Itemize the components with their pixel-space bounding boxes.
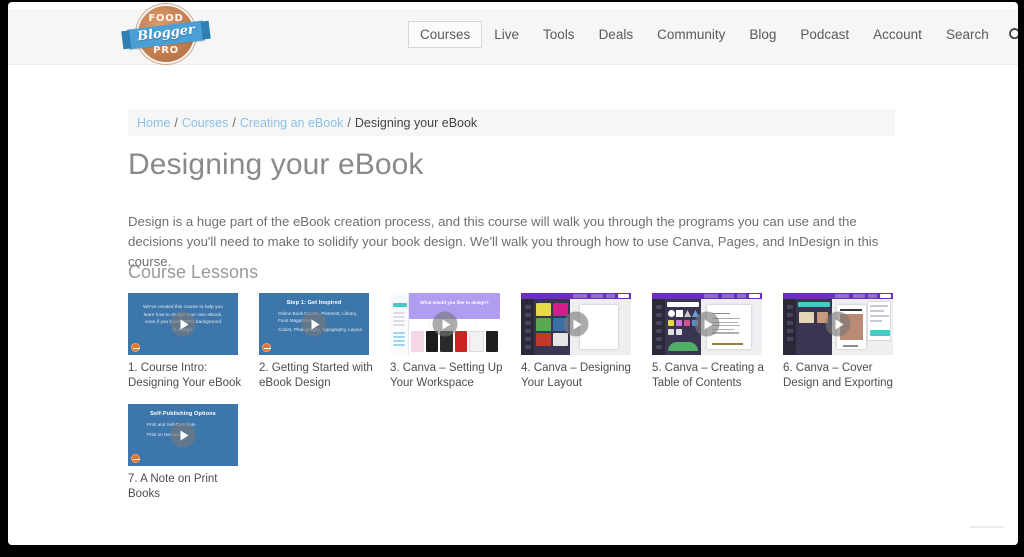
breadcrumb-item-creating-an-ebook[interactable]: Creating an eBook: [240, 116, 344, 130]
nav-item-tools[interactable]: Tools: [531, 21, 587, 48]
lesson-card[interactable]: We've created this course to help you le…: [128, 293, 259, 390]
player-logo-icon: [131, 343, 140, 352]
lesson-card[interactable]: 4. Canva – Designing Your Layout: [521, 293, 652, 390]
play-icon[interactable]: [694, 311, 720, 337]
nav-item-live[interactable]: Live: [482, 21, 531, 48]
breadcrumb-separator: /: [232, 115, 236, 130]
breadcrumb-separator: /: [174, 115, 178, 130]
lesson-thumbnail[interactable]: [652, 293, 762, 355]
lesson-card[interactable]: What would you like to design? 3. Canva …: [390, 293, 521, 390]
nav-item-courses[interactable]: Courses: [408, 21, 483, 48]
screenshot-frame: FOOD Blogger PRO Courses Live Tools Deal…: [0, 0, 1024, 557]
play-icon[interactable]: [432, 311, 458, 337]
logo-bottom-word: PRO: [153, 45, 179, 56]
canva-export-dropdown: [867, 301, 891, 341]
site-logo[interactable]: FOOD Blogger PRO: [127, 2, 205, 72]
main-content: Home / Courses / Creating an eBook / Des…: [8, 65, 1018, 545]
site-header: FOOD Blogger PRO Courses Live Tools Deal…: [8, 4, 1018, 65]
nav-item-blog[interactable]: Blog: [737, 21, 788, 48]
nav-item-podcast[interactable]: Podcast: [788, 21, 861, 48]
lessons-heading: Course Lessons: [128, 262, 259, 282]
canva-template-cards: [411, 331, 498, 352]
lesson-title[interactable]: 5. Canva – Creating a Table of Contents: [652, 361, 774, 390]
nav-item-deals[interactable]: Deals: [587, 21, 646, 48]
nav-item-search[interactable]: Search: [934, 21, 1001, 48]
page-title: Designing your eBook: [128, 148, 424, 181]
play-icon[interactable]: [170, 422, 196, 448]
breadcrumb-item-courses[interactable]: Courses: [182, 116, 229, 130]
breadcrumb-item-current: Designing your eBook: [354, 115, 478, 130]
lesson-card[interactable]: 6. Canva – Cover Design and Exporting: [783, 293, 914, 390]
canva-hero-text: What would you like to design?: [420, 300, 489, 305]
lesson-thumbnail[interactable]: [521, 293, 631, 355]
lesson-card[interactable]: Self-Publishing Options Print and Self-D…: [128, 404, 259, 501]
lesson-title[interactable]: 4. Canva – Designing Your Layout: [521, 361, 643, 390]
player-logo-icon: [131, 454, 140, 463]
canva-icon-rail: [783, 299, 796, 355]
nav-item-account[interactable]: Account: [861, 21, 934, 48]
play-icon[interactable]: [301, 311, 327, 337]
canva-sidebar: [390, 293, 409, 355]
lesson-card[interactable]: Step 1: Get Inspired Online Book Covers,…: [259, 293, 390, 390]
lesson-title[interactable]: 1. Course Intro: Designing Your eBook: [128, 361, 250, 390]
canva-icon-rail: [521, 299, 534, 355]
lesson-title[interactable]: 2. Getting Started with eBook Design: [259, 361, 381, 390]
lesson-title[interactable]: 3. Canva – Setting Up Your Workspace: [390, 361, 512, 390]
lesson-thumbnail[interactable]: Step 1: Get Inspired Online Book Covers,…: [259, 293, 369, 355]
canva-create-button: [392, 303, 407, 307]
play-icon[interactable]: [563, 311, 589, 337]
lesson-thumbnail[interactable]: Self-Publishing Options Print and Self-D…: [128, 404, 238, 466]
main-navigation: Courses Live Tools Deals Community Blog …: [408, 21, 1018, 48]
search-icon[interactable]: [1007, 26, 1018, 44]
canva-icon-rail: [652, 299, 665, 355]
slide-title: Self-Publishing Options: [150, 411, 216, 417]
lessons-grid: We've created this course to help you le…: [128, 293, 918, 515]
play-icon[interactable]: [170, 311, 196, 337]
lesson-card[interactable]: 5. Canva – Creating a Table of Contents: [652, 293, 783, 390]
lesson-thumbnail[interactable]: What would you like to design?: [390, 293, 500, 355]
page-footer-divider: [970, 526, 1004, 528]
lesson-thumbnail[interactable]: [783, 293, 893, 355]
nav-item-community[interactable]: Community: [645, 21, 737, 48]
lesson-thumbnail[interactable]: We've created this course to help you le…: [128, 293, 238, 355]
breadcrumb-item-home[interactable]: Home: [137, 116, 170, 130]
lesson-title[interactable]: 6. Canva – Cover Design and Exporting: [783, 361, 905, 390]
player-logo-icon: [262, 343, 271, 352]
play-icon[interactable]: [825, 311, 851, 337]
breadcrumb-separator: /: [347, 115, 351, 130]
slide-title: Step 1: Get Inspired: [286, 300, 342, 306]
lesson-title[interactable]: 7. A Note on Print Books: [128, 472, 250, 501]
breadcrumb: Home / Courses / Creating an eBook / Des…: [128, 109, 895, 136]
browser-page: FOOD Blogger PRO Courses Live Tools Deal…: [8, 2, 1018, 545]
